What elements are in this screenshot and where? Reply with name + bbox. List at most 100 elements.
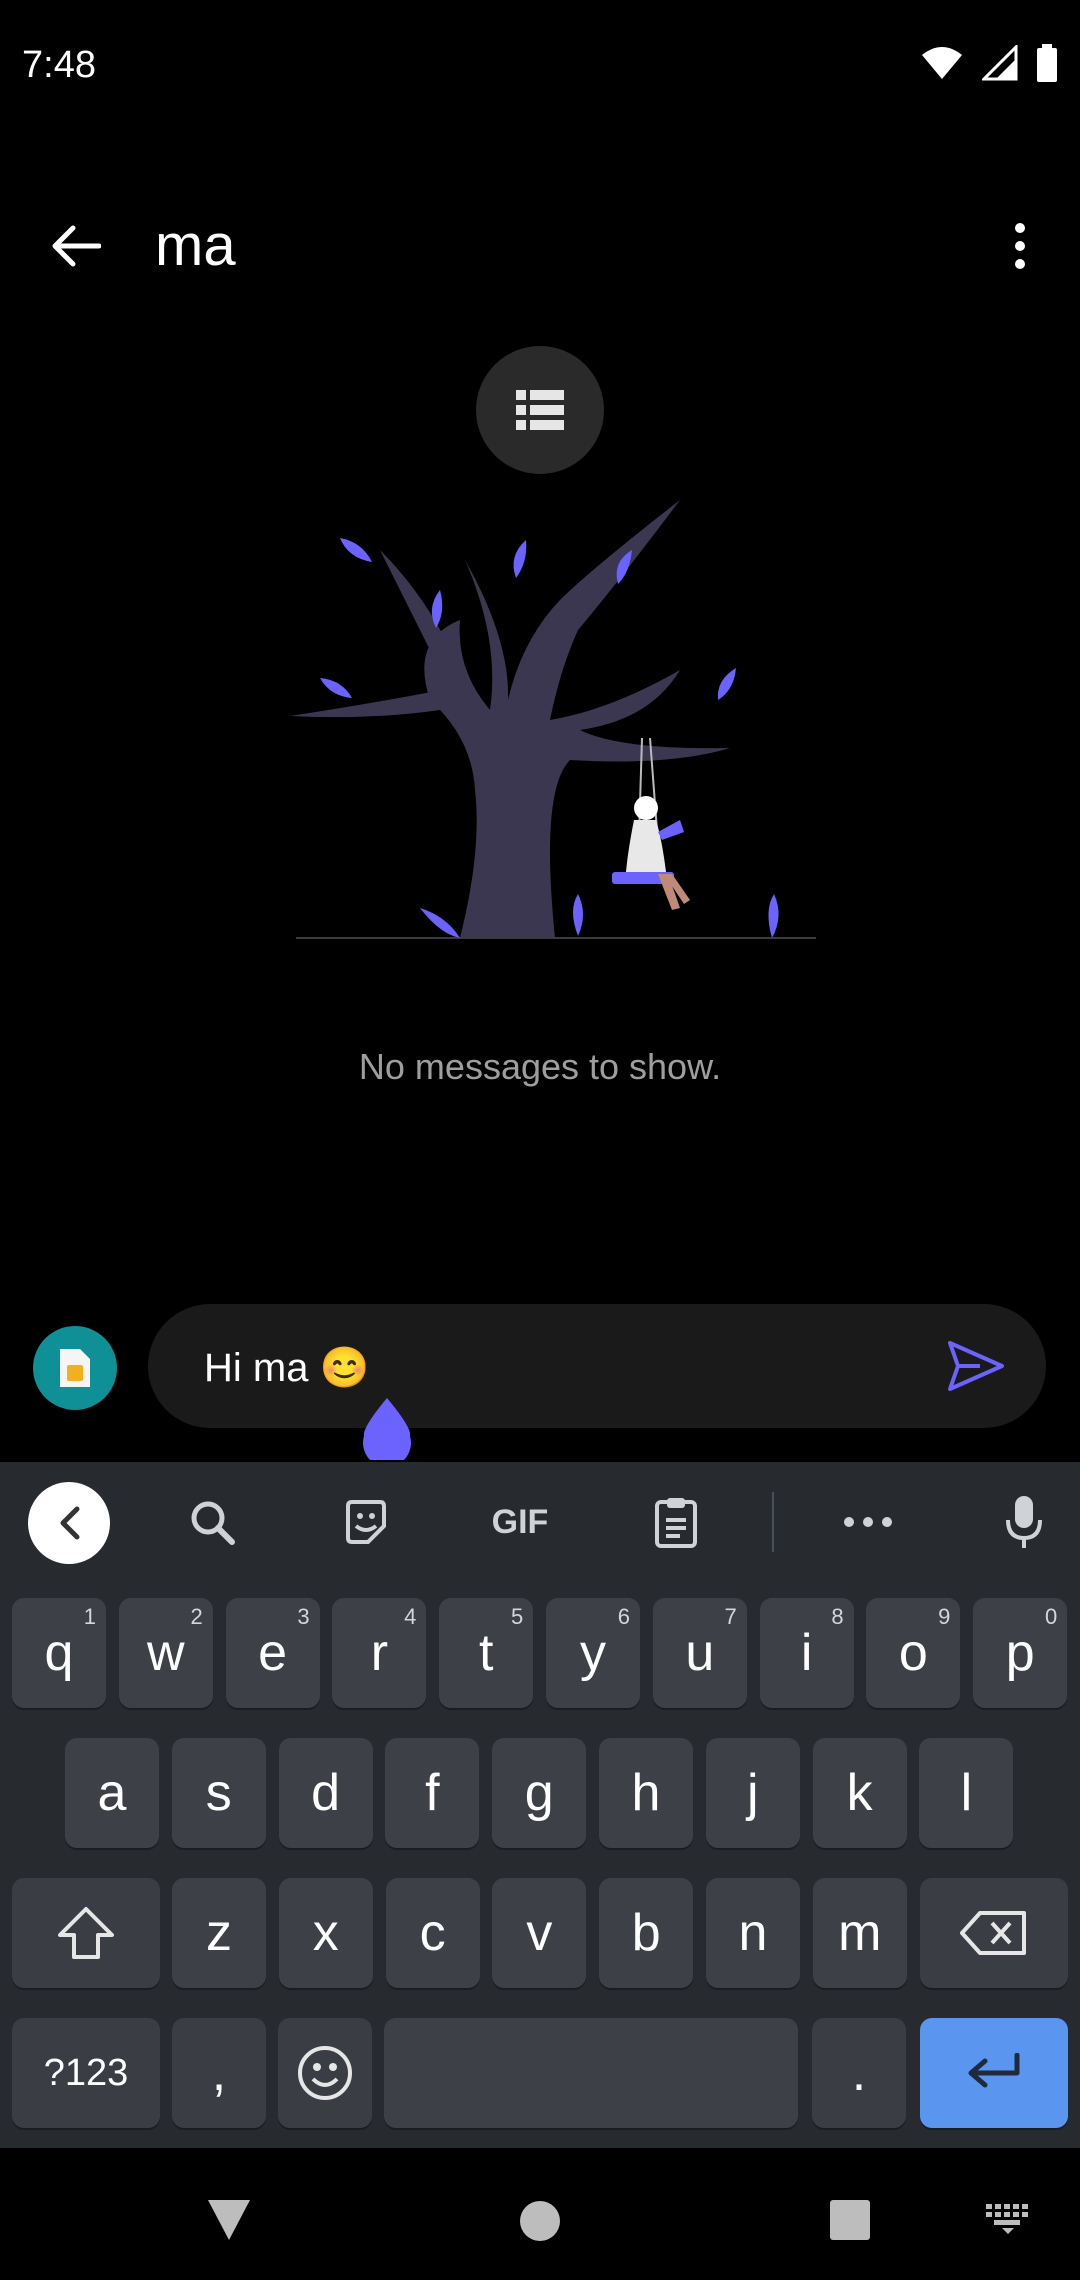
conversation-details-button[interactable] (476, 346, 604, 474)
key-q-label: q (44, 1624, 74, 1682)
shift-key[interactable] (12, 1878, 160, 1988)
key-z-label: z (206, 1904, 232, 1962)
battery-icon (1037, 44, 1057, 82)
symbols-key[interactable]: ?123 (12, 2018, 160, 2128)
enter-icon (968, 2053, 1020, 2088)
key-t[interactable]: t5 (439, 1598, 534, 1708)
soft-keyboard: GIF q1w2e3r4t5y6u7i8o9p0asdfghjklzxcvbnm… (0, 1462, 1080, 2148)
key-o-label: o (898, 1624, 928, 1682)
more-options-button[interactable] (984, 210, 1056, 282)
gif-icon[interactable]: GIF (480, 1484, 560, 1560)
key-s[interactable]: s (171, 1738, 266, 1848)
shift-icon (58, 1907, 114, 1959)
period-key[interactable]: . (812, 2018, 906, 2128)
chevron-left-icon (60, 1506, 80, 1540)
key-i-hint: 8 (831, 1604, 844, 1629)
key-g[interactable]: g (492, 1738, 587, 1848)
key-m[interactable]: m (812, 1878, 907, 1988)
sticker-icon (346, 1500, 386, 1544)
key-v-label: v (526, 1904, 553, 1962)
key-l[interactable]: l (919, 1738, 1014, 1848)
key-j-label: j (747, 1764, 759, 1822)
key-z[interactable]: z (172, 1878, 266, 1988)
keyboard-switch-icon[interactable] (986, 2204, 1030, 2234)
status-time: 7:48 (22, 44, 96, 86)
space-key[interactable] (384, 2018, 798, 2128)
nav-home-icon[interactable] (519, 2200, 561, 2242)
key-f[interactable]: f (385, 1738, 480, 1848)
text-cursor-handle[interactable] (360, 1396, 414, 1460)
key-y[interactable]: y6 (546, 1598, 640, 1708)
key-h[interactable]: h (599, 1738, 693, 1848)
key-l-label: l (960, 1764, 973, 1822)
key-w-label: w (147, 1624, 185, 1682)
keyboard-sticker-button[interactable] (328, 1484, 404, 1560)
list-icon (516, 390, 564, 430)
empty-state-message: No messages to show. (358, 1046, 722, 1087)
key-t-hint: 5 (510, 1604, 524, 1629)
key-c[interactable]: c (385, 1878, 480, 1988)
key-b-label: b (631, 1904, 661, 1962)
arrow-back-icon (52, 225, 101, 267)
key-k[interactable]: k (812, 1738, 907, 1848)
key-r-label: r (370, 1624, 389, 1682)
key-t-label: t (478, 1624, 494, 1682)
key-n[interactable]: n (706, 1878, 800, 1988)
key-w-hint: 2 (190, 1604, 203, 1629)
enter-key[interactable] (920, 2018, 1068, 2128)
key-w[interactable]: w2 (118, 1598, 213, 1708)
emoji-icon (298, 2046, 352, 2100)
wifi-icon (922, 47, 962, 79)
sim-selector-button[interactable] (33, 1326, 117, 1410)
navigation-bar (0, 2148, 1080, 2280)
keyboard-clipboard-button[interactable] (638, 1484, 714, 1560)
key-b[interactable]: b (599, 1878, 694, 1988)
key-p[interactable]: p0 (973, 1598, 1068, 1708)
key-q[interactable]: q1 (12, 1598, 106, 1708)
backspace-key[interactable] (920, 1878, 1068, 1988)
emoji-key[interactable] (278, 2018, 372, 2128)
key-d[interactable]: d (278, 1738, 373, 1848)
key-p-hint: 0 (1044, 1604, 1058, 1629)
key-f-label: f (425, 1764, 440, 1822)
key-y-label: y (580, 1624, 606, 1682)
keyboard-toolbar-separator (772, 1492, 774, 1552)
period-key-label: . (851, 2044, 867, 2102)
key-o[interactable]: o9 (866, 1598, 961, 1708)
key-j[interactable]: j (705, 1738, 800, 1848)
signal-icon (982, 45, 1018, 81)
key-g-label: g (524, 1764, 554, 1822)
key-e[interactable]: e3 (225, 1598, 320, 1708)
nav-back-icon[interactable] (206, 2198, 252, 2242)
keyboard-more-button[interactable] (830, 1484, 906, 1560)
keyboard-search-button[interactable] (174, 1484, 250, 1560)
key-u[interactable]: u7 (652, 1598, 747, 1708)
empty-state-illustration (290, 500, 816, 939)
backspace-icon (960, 1911, 1026, 1955)
key-u-hint: 7 (724, 1604, 737, 1629)
key-x[interactable]: x (278, 1878, 373, 1988)
send-button[interactable] (940, 1330, 1012, 1402)
search-icon (191, 1501, 235, 1545)
key-a[interactable]: a (65, 1738, 159, 1848)
comma-key-label: , (211, 2044, 227, 2102)
clipboard-icon (655, 1498, 697, 1548)
key-h-label: h (631, 1764, 661, 1822)
key-k-label: k (846, 1764, 873, 1822)
sim-card-icon (60, 1349, 90, 1387)
keyboard-voice-button[interactable] (986, 1484, 1062, 1560)
key-q-hint: 1 (83, 1604, 96, 1629)
key-i[interactable]: i8 (759, 1598, 854, 1708)
keyboard-collapse-button[interactable] (28, 1482, 110, 1564)
mic-icon (1006, 1496, 1042, 1548)
message-input[interactable]: Hi ma 😊 (204, 1344, 369, 1391)
key-n-label: n (738, 1904, 768, 1962)
key-v[interactable]: v (492, 1878, 587, 1988)
key-p-label: p (1005, 1624, 1035, 1682)
key-r[interactable]: r4 (332, 1598, 427, 1708)
back-button[interactable] (40, 210, 112, 282)
comma-key[interactable]: , (172, 2018, 266, 2128)
nav-recents-icon[interactable] (830, 2200, 870, 2240)
message-composer[interactable]: Hi ma 😊 (148, 1304, 1046, 1428)
key-e-hint: 3 (297, 1604, 310, 1629)
